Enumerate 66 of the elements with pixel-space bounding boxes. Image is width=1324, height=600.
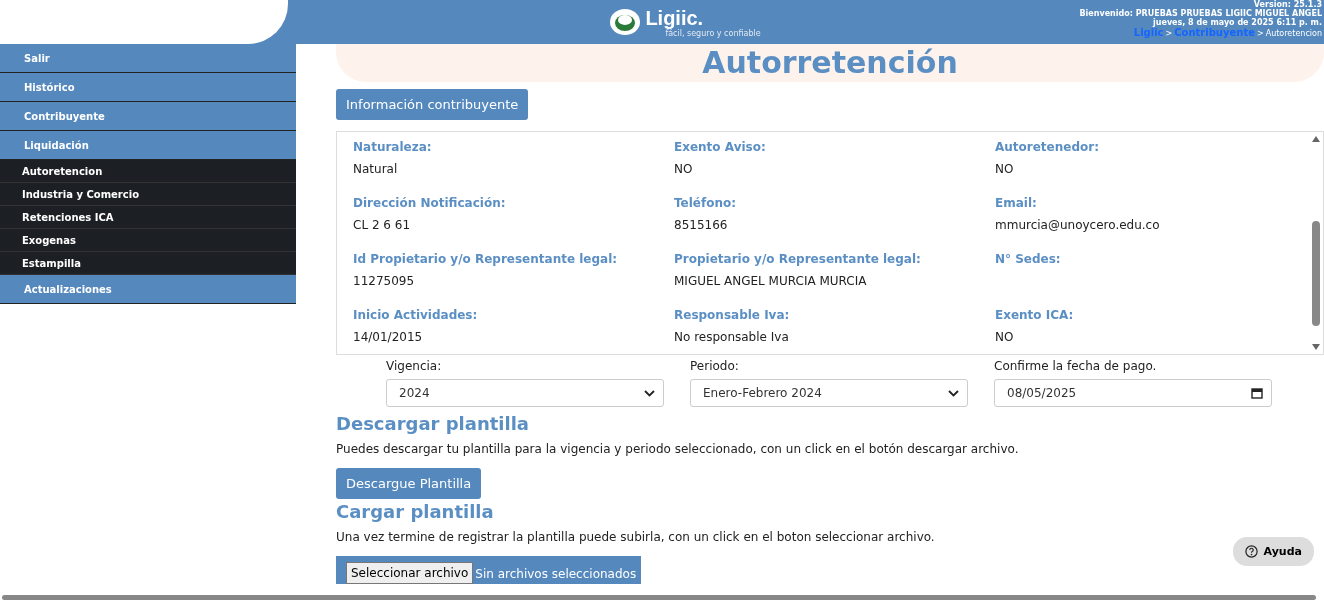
submenu-item[interactable]: Retenciones ICA <box>0 206 296 229</box>
field-value: Natural <box>353 162 399 176</box>
submenu-item[interactable]: Estampilla <box>0 252 296 275</box>
chevron-down-icon <box>644 389 655 397</box>
form-label: Confirme la fecha de pago. <box>994 359 1158 373</box>
field-label: Autoretenedor: <box>995 140 1100 154</box>
sidebar-item[interactable]: Histórico <box>0 73 296 102</box>
field-label: Teléfono: <box>674 196 738 210</box>
field-label: Email: <box>995 196 1038 210</box>
scrollbar[interactable] <box>2 595 1316 600</box>
version-text: Version: 25.1.3 <box>1253 0 1322 9</box>
section-text: Puedes descargar tu plantilla para la vigencia y periodo seleccionado, con un click en el botón descargar archivo. <box>336 442 1020 456</box>
field-label: Dirección Notificación: <box>353 196 507 210</box>
scrollbar-thumb[interactable] <box>1312 220 1320 326</box>
breadcrumb-separator: > <box>1256 29 1264 38</box>
field-label: Inicio Actividades: <box>353 308 479 322</box>
scroll-up-icon[interactable] <box>1312 136 1320 142</box>
file-status: Sin archivos seleccionados <box>475 567 637 581</box>
field-value: 14/01/2015 <box>353 330 424 344</box>
breadcrumb-current: Autoretencion <box>1265 29 1322 38</box>
field-label: Id Propietario y/o Representante legal: <box>353 252 619 266</box>
help-button[interactable]: Ayuda <box>1232 537 1314 566</box>
page-title: Autorretención <box>702 44 958 82</box>
submenu-item[interactable]: Industria y Comercio <box>0 183 296 206</box>
submenu-item[interactable]: Exogenas <box>0 229 296 252</box>
section-text: Una vez termine de registrar la plantilla puede subirla, con un click en el boton seleccionar archivo. <box>336 530 936 544</box>
form-label: Periodo: <box>690 359 740 373</box>
date-text: jueves, 8 de mayo de 2025 6:11 p. m. <box>1153 18 1322 27</box>
breadcrumb-separator: > <box>1165 29 1173 38</box>
date-field[interactable]: 08/05/2025 <box>994 379 1272 407</box>
field-value: NO <box>674 162 694 176</box>
submenu-item[interactable]: Autoretencion <box>0 160 296 183</box>
field-label: Exento Aviso: <box>674 140 767 154</box>
field-value: NO <box>995 162 1015 176</box>
calendar-icon <box>1251 387 1263 399</box>
help-icon <box>1244 545 1258 558</box>
field-value: No responsable Iva <box>674 330 790 344</box>
field-label: Responsable Iva: <box>674 308 791 322</box>
brand-name: Ligiic. <box>645 6 704 29</box>
chevron-down-icon <box>948 389 959 397</box>
field-value: mmurcia@unoycero.edu.co <box>995 218 1161 232</box>
field-value: MIGUEL ANGEL MURCIA MURCIA <box>674 274 868 288</box>
field-label: Propietario y/o Representante legal: <box>674 252 922 266</box>
field-label: N° Sedes: <box>995 252 1062 266</box>
field-value: 8515166 <box>674 218 729 232</box>
sidebar-item[interactable]: Contribuyente <box>0 102 296 131</box>
choose-file-button[interactable]: Seleccionar archivo <box>346 562 474 584</box>
field-label: Naturaleza: <box>353 140 433 154</box>
scroll-down-icon[interactable] <box>1312 344 1320 350</box>
section-title: Descargar plantilla <box>336 413 530 434</box>
welcome-text: Bienvenido: PRUEBAS PRUEBAS LIGIIC MIGUEL ANGEL <box>1079 9 1322 18</box>
info-button[interactable]: Información contribuyente <box>336 89 529 120</box>
field-value: NO <box>995 330 1015 344</box>
logo-icon <box>609 8 642 36</box>
field-label: Exento ICA: <box>995 308 1075 322</box>
select-field[interactable]: 2024 <box>386 379 664 407</box>
tagline: fácil, seguro y confiable <box>665 28 761 38</box>
form-label: Vigencia: <box>386 359 443 373</box>
field-value: CL 2 6 61 <box>353 218 412 232</box>
section-title: Cargar plantilla <box>336 501 495 522</box>
field-value: 11275095 <box>353 274 416 288</box>
sidebar-item[interactable]: Actualizaciones <box>0 275 296 304</box>
select-field[interactable]: Enero-Febrero 2024 <box>690 379 968 407</box>
sidebar-item[interactable]: Salir <box>0 44 296 73</box>
download-button[interactable]: Descargue Plantilla <box>336 468 482 499</box>
sidebar-item[interactable]: Liquidación <box>0 131 296 160</box>
